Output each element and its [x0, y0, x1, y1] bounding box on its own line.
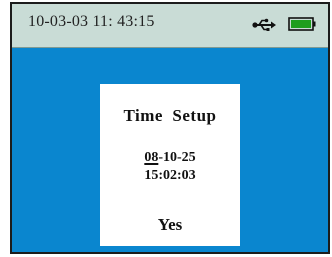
usb-icon — [252, 18, 276, 31]
date-field[interactable]: 08-10-25 — [100, 150, 240, 166]
battery-icon — [288, 17, 316, 31]
dialog-title: Time Setup — [123, 106, 217, 125]
yes-button[interactable]: Yes — [135, 214, 205, 236]
date-month-day: -10-25 — [158, 150, 196, 165]
time-setup-dialog: Time Setup 08-10-25 15:02:03 Yes — [100, 84, 240, 246]
status-datetime: 10-03-03 11: 43:15 — [28, 13, 155, 30]
device-screen: 10-03-03 11: 43:15 Time Setup 08-10-25 1… — [10, 2, 330, 254]
battery-level — [291, 20, 311, 28]
time-field[interactable]: 15:02:03 — [100, 168, 240, 184]
date-year-field[interactable]: 08 — [144, 150, 158, 165]
status-bar: 10-03-03 11: 43:15 — [12, 4, 328, 48]
